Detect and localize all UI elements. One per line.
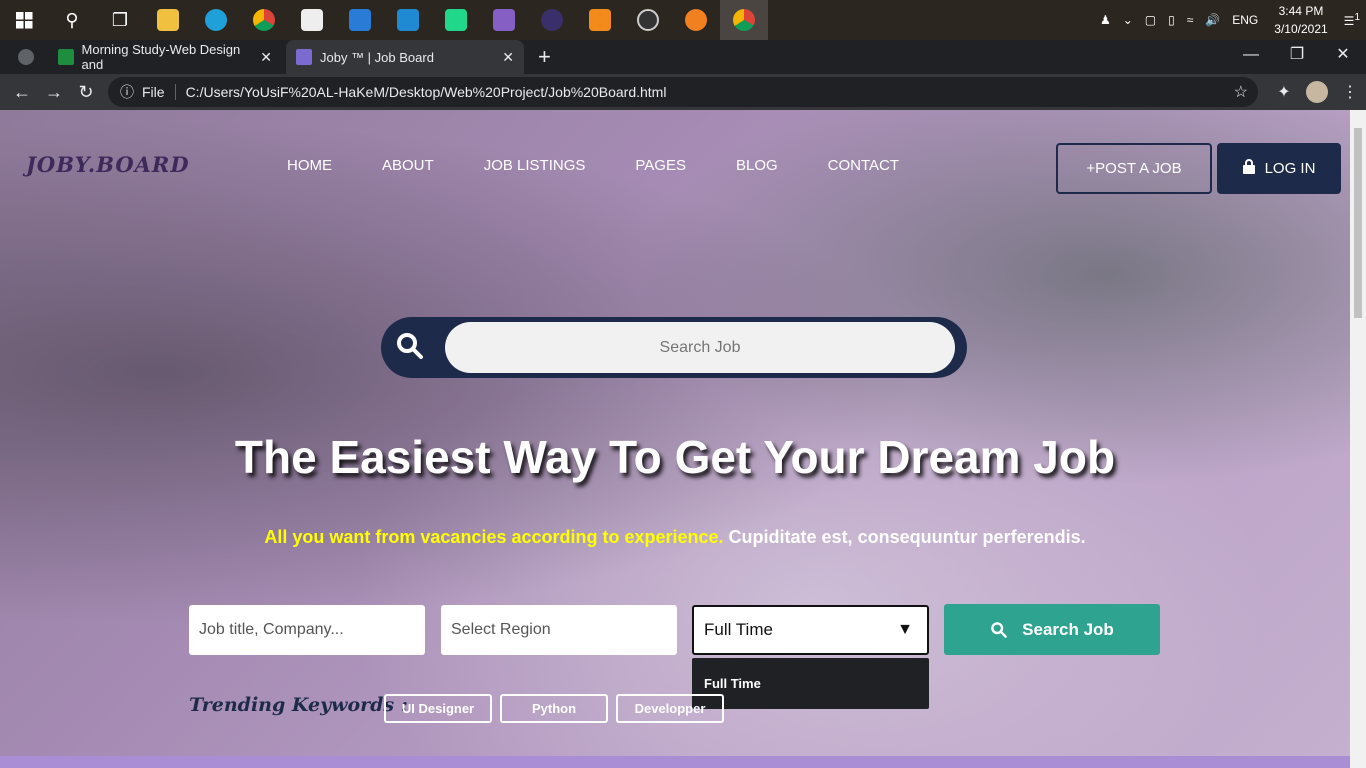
nav-about[interactable]: ABOUT (382, 157, 434, 174)
visual-studio-icon[interactable] (480, 0, 528, 40)
avatar[interactable] (1306, 81, 1328, 103)
new-tab-icon[interactable]: + (538, 44, 551, 70)
chrome-active-icon[interactable] (720, 0, 768, 40)
clock-time: 3:44 PM (1278, 4, 1324, 18)
hero-subtitle: All you want from vacancies according to… (0, 527, 1350, 548)
nav-job-listings[interactable]: JOB LISTINGS (484, 157, 586, 174)
battery-icon[interactable]: ▯ (1168, 13, 1175, 27)
login-button[interactable]: LOG IN (1217, 143, 1341, 194)
tab-title: Joby ™ | Job Board (320, 49, 434, 65)
back-icon[interactable]: ← (6, 82, 38, 103)
top-search-input[interactable] (445, 322, 955, 373)
site-logo[interactable]: JOBY.BOARD (26, 152, 190, 177)
job-type-dropdown: Full Time (692, 658, 929, 709)
lock-icon (1242, 159, 1255, 178)
url-text: C:/Users/YoUsiF%20AL-HaKeM/Desktop/Web%2… (185, 84, 667, 100)
maximize-icon[interactable]: ❐ (1274, 40, 1320, 74)
scrollbar-thumb[interactable] (1354, 128, 1362, 318)
browser-toolbar: ← → ↻ ⓘ File C:/Users/YoUsiF%20AL-HaKeM/… (0, 74, 1366, 110)
keyword-ui-designer[interactable]: UI Designer (384, 694, 492, 723)
region-placeholder: Select Region (451, 621, 551, 638)
job-title-field[interactable]: Job title, Company... (189, 605, 425, 655)
notification-count: 1 (1354, 12, 1360, 23)
job-title-placeholder: Job title, Company... (199, 621, 344, 638)
toolbar-right: ✦ ⋮ (1268, 74, 1366, 110)
address-bar[interactable]: ⓘ File C:/Users/YoUsiF%20AL-HaKeM/Deskto… (108, 77, 1258, 107)
minimize-icon[interactable]: — (1228, 40, 1274, 74)
task-view-icon[interactable]: ❐ (96, 0, 144, 40)
notification-icon[interactable]: ☰1 (1344, 12, 1360, 28)
browser-tab-inactive[interactable]: Morning Study-Web Design and ✕ (48, 40, 282, 74)
edge-icon[interactable] (192, 0, 240, 40)
job-type-select[interactable]: Full Time ▼ (692, 605, 929, 655)
nav-home[interactable]: HOME (287, 157, 332, 174)
post-job-button[interactable]: +POST A JOB (1056, 143, 1212, 194)
pycharm-icon[interactable] (432, 0, 480, 40)
main-nav: HOME ABOUT JOB LISTINGS PAGES BLOG CONTA… (287, 157, 949, 174)
browser-tab-strip: Morning Study-Web Design and ✕ Joby ™ | … (0, 40, 1366, 74)
mail-icon[interactable] (336, 0, 384, 40)
close-tab-icon[interactable]: ✕ (502, 49, 514, 66)
people-icon[interactable]: ♟ (1100, 13, 1111, 27)
search-icon[interactable]: ⚲ (48, 0, 96, 40)
nav-contact[interactable]: CONTACT (828, 157, 899, 174)
window-controls: — ❐ ✕ (1228, 40, 1366, 74)
close-tab-icon[interactable]: ✕ (260, 49, 272, 66)
browser-tab-active[interactable]: Joby ™ | Job Board ✕ (286, 40, 524, 74)
nav-pages[interactable]: PAGES (635, 157, 686, 174)
region-field[interactable]: Select Region (441, 605, 677, 655)
job-type-value: Full Time (704, 620, 773, 639)
menu-icon[interactable]: ⋮ (1334, 82, 1366, 102)
search-job-button[interactable]: Search Job (944, 604, 1160, 655)
forward-icon[interactable]: → (38, 82, 70, 103)
close-window-icon[interactable]: ✕ (1320, 40, 1366, 74)
file-explorer-icon[interactable] (144, 0, 192, 40)
volume-icon[interactable]: 🔊 (1205, 13, 1220, 27)
clock[interactable]: 3:44 PM 3/10/2021 (1274, 2, 1327, 38)
obs-icon[interactable] (624, 0, 672, 40)
reload-icon[interactable]: ↻ (70, 82, 102, 103)
search-job-label: Search Job (1022, 619, 1114, 639)
windows-start-icon[interactable] (0, 0, 48, 40)
nav-blog[interactable]: BLOG (736, 157, 778, 174)
divider (174, 84, 176, 100)
keyword-python[interactable]: Python (500, 694, 608, 723)
device-icon[interactable]: ▢ (1145, 13, 1156, 27)
extensions-icon[interactable]: ✦ (1268, 82, 1300, 102)
bottom-section-edge (0, 756, 1350, 768)
wifi-icon[interactable]: ≈ (1187, 13, 1194, 27)
chrome-icon[interactable] (240, 0, 288, 40)
address-prefix: File (142, 84, 165, 100)
store-icon[interactable] (288, 0, 336, 40)
job-board-page: JOBY.BOARD HOME ABOUT JOB LISTINGS PAGES… (0, 110, 1350, 768)
site-favicon-icon (296, 49, 312, 65)
subtitle-highlight: All you want from vacancies according to… (264, 527, 724, 547)
chevron-up-icon[interactable]: ⌄ (1123, 13, 1133, 27)
subtitle-rest: Cupiditate est, consequuntur perferendis… (723, 527, 1086, 547)
windows-taskbar: ⚲ ❐ ♟ ⌄ ▢ ▯ ≈ 🔊 ENG 3:44 PM 3/10/2021 ☰1 (0, 0, 1366, 40)
eclipse-icon[interactable] (528, 0, 576, 40)
dropdown-option[interactable]: Full Time (704, 676, 761, 691)
top-search-bar (381, 317, 967, 378)
keyword-developper[interactable]: Developper (616, 694, 724, 723)
tab-title: Morning Study-Web Design and (81, 42, 241, 72)
page-scrollbar[interactable] (1350, 110, 1366, 768)
vscode-icon[interactable] (384, 0, 432, 40)
login-label: LOG IN (1264, 160, 1316, 177)
bookmark-star-icon[interactable]: ☆ (1234, 82, 1248, 102)
system-tray: ♟ ⌄ ▢ ▯ ≈ 🔊 ENG 3:44 PM 3/10/2021 ☰1 (1094, 0, 1366, 40)
hero-title: The Easiest Way To Get Your Dream Job (234, 431, 1116, 483)
dropdown-arrow-icon: ▼ (897, 621, 913, 638)
language-indicator[interactable]: ENG (1232, 13, 1258, 27)
trending-label: Trending Keywords : (189, 694, 408, 716)
sublime-icon[interactable] (576, 0, 624, 40)
clock-date: 3/10/2021 (1274, 22, 1328, 36)
search-icon[interactable] (395, 331, 425, 361)
classroom-favicon-icon (58, 49, 74, 65)
info-icon[interactable]: ⓘ (120, 82, 134, 102)
spark-icon[interactable] (672, 0, 720, 40)
search-icon (991, 621, 1007, 638)
tab-search-icon[interactable] (18, 49, 34, 65)
